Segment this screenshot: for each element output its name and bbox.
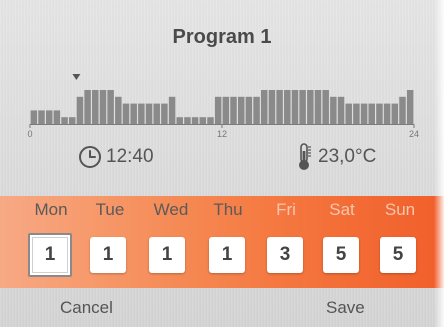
program-box-wed[interactable]: 1 (149, 237, 185, 273)
page-title: Program 1 (172, 26, 272, 48)
program-value: 1 (161, 244, 173, 265)
schedule-bar (406, 90, 414, 124)
schedule-bar (261, 90, 268, 124)
day-label-wed: Wed (153, 200, 189, 219)
schedule-bar (314, 90, 322, 124)
schedule-bar (61, 117, 68, 124)
schedule-bar (107, 90, 114, 124)
schedule-bar (153, 103, 160, 124)
temperature-value: 23,0°C (318, 146, 377, 167)
clock-icon (79, 146, 101, 168)
schedule-bar (391, 103, 399, 124)
program-value: 5 (335, 244, 347, 265)
program-value: 1 (32, 237, 68, 273)
current-time: 12:40 (78, 142, 154, 172)
temperature-schedule-chart[interactable]: 0 12 24 (0, 70, 444, 145)
schedule-bar (222, 96, 230, 124)
schedule-bar (45, 110, 53, 124)
schedule-bar (353, 103, 360, 124)
tick-label: 24 (409, 129, 419, 139)
weekday-program-strip: Mon Tue Wed Thu Fri Sat Sun 1 1 1 1 3 5 … (0, 196, 444, 288)
program-box-thu[interactable]: 1 (209, 237, 245, 273)
schedule-bar (30, 110, 38, 124)
schedule-bar (168, 96, 176, 124)
schedule-bar (76, 96, 84, 124)
time-value: 12:40 (106, 146, 154, 167)
schedule-bar (360, 103, 368, 124)
schedule-bar (84, 90, 91, 124)
day-label-sun: Sun (384, 200, 416, 219)
program-value: 3 (279, 244, 291, 265)
day-label-sat: Sat (329, 200, 355, 219)
schedule-bar (322, 90, 329, 124)
schedule-bar (368, 103, 375, 124)
day-label-mon: Mon (34, 200, 68, 219)
program-value: 1 (102, 244, 114, 265)
schedule-bar (253, 96, 260, 124)
program-screen: Program 1 0 12 24 12:40 23,0°C Mon Tue W… (0, 0, 444, 327)
schedule-bar (191, 117, 199, 124)
schedule-bar (399, 96, 406, 124)
schedule-bar (268, 90, 276, 124)
schedule-bar (69, 117, 76, 124)
schedule-bar (337, 96, 345, 124)
program-box-sat[interactable]: 5 (323, 237, 359, 273)
schedule-bar (122, 103, 130, 124)
schedule-bar (383, 103, 391, 124)
save-button[interactable]: Save (326, 298, 365, 318)
schedule-bar (53, 110, 61, 124)
schedule-bar (291, 90, 299, 124)
schedule-bar (145, 103, 153, 124)
schedule-bar (307, 90, 314, 124)
schedule-bar (130, 103, 137, 124)
schedule-bars (30, 90, 414, 124)
tick-label: 0 (27, 129, 32, 139)
current-temperature: 23,0°C (296, 142, 376, 172)
day-label-thu: Thu (213, 200, 243, 219)
schedule-bar (207, 117, 214, 124)
schedule-bar (245, 96, 253, 124)
cancel-button[interactable]: Cancel (60, 298, 113, 318)
thermometer-icon (299, 143, 311, 170)
schedule-bar (230, 96, 237, 124)
schedule-bar (199, 117, 207, 124)
schedule-bar (237, 96, 245, 124)
program-value: 1 (221, 244, 233, 265)
schedule-bar (214, 96, 222, 124)
schedule-bar (176, 117, 183, 124)
program-value: 5 (392, 244, 404, 265)
schedule-bar (138, 103, 145, 124)
schedule-bar (276, 90, 283, 124)
program-box-fri[interactable]: 3 (267, 237, 303, 273)
schedule-bar (330, 96, 337, 124)
schedule-bar (161, 103, 168, 124)
program-box-tue[interactable]: 1 (90, 237, 126, 273)
time-marker-icon (72, 74, 81, 80)
schedule-bar (38, 110, 45, 124)
schedule-bar (345, 103, 352, 124)
day-label-tue: Tue (95, 200, 125, 219)
schedule-bar (376, 103, 383, 124)
schedule-bar (99, 90, 107, 124)
program-box-mon[interactable]: 1 (28, 233, 72, 277)
day-label-fri: Fri (276, 200, 296, 219)
schedule-bar (299, 90, 306, 124)
schedule-bar (284, 90, 291, 124)
schedule-bar (184, 117, 191, 124)
schedule-bar (92, 90, 99, 124)
program-box-sun[interactable]: 5 (380, 237, 416, 273)
tick-label: 12 (217, 129, 227, 139)
schedule-bar (115, 96, 122, 124)
